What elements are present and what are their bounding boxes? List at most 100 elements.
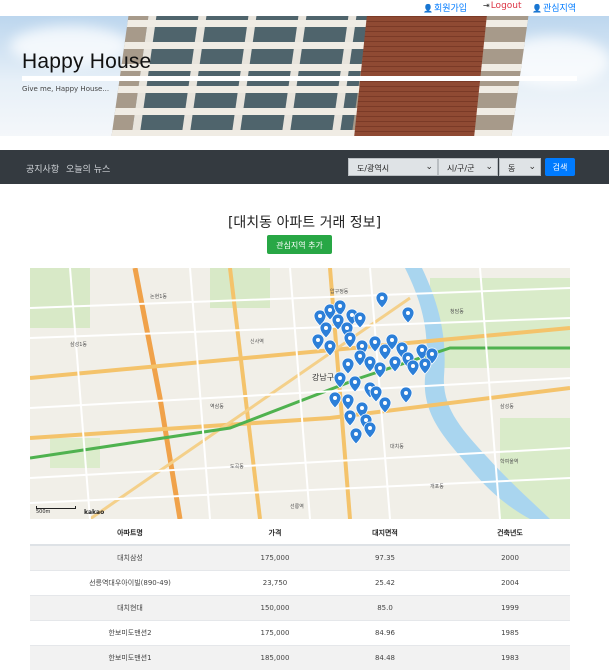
map-marker-dot: [423, 362, 427, 366]
col-land-area: 대지면적: [320, 521, 450, 546]
user-icon: 👤: [423, 4, 433, 13]
map-marker-dot: [383, 348, 387, 352]
nav-link-news[interactable]: 오늘의 뉴스: [66, 162, 110, 175]
apartment-map[interactable]: 논현1동 신사역 삼성1동 청담동 압구정동 역삼동 도곡동 대치동 개포동 선…: [30, 268, 570, 519]
map-label: 도곡동: [230, 464, 244, 470]
cell-land-area: 97.35: [320, 544, 450, 570]
map-marker-dot: [368, 360, 372, 364]
cell-land-area: 85.0: [320, 594, 450, 620]
cell-apt-name: 선릉역대우아이빌(890-49): [30, 569, 230, 595]
map-label: 삼성동: [500, 403, 514, 410]
logout-icon: ⇥: [483, 1, 490, 10]
map-marker-dot: [354, 432, 358, 436]
sido-select[interactable]: 도/광역시 ⌄: [348, 158, 438, 176]
chevron-down-icon: ⌄: [528, 162, 536, 172]
map-marker-dot: [373, 340, 377, 344]
map-label: 신사역: [250, 338, 264, 345]
map-marker-dot: [316, 338, 320, 342]
page-title: [대치동 아파트 거래 정보]: [227, 215, 382, 231]
map-marker-dot: [336, 318, 340, 322]
map-marker-dot: [390, 338, 394, 342]
col-price: 가격: [230, 521, 320, 546]
map-marker-dot: [383, 401, 387, 405]
map-label: 논현1동: [150, 293, 167, 300]
logout-link[interactable]: ⇥Logout: [483, 1, 522, 11]
user-icon: 👤: [532, 4, 542, 13]
cell-build-year: 1985: [450, 619, 570, 645]
map-marker-dot: [360, 344, 364, 348]
map-marker-dot: [318, 314, 322, 318]
add-favorite-button[interactable]: 관심지역 추가: [267, 235, 332, 254]
cell-price: 185,000: [230, 644, 320, 670]
favorite-area-link[interactable]: 👤관심지역: [532, 1, 576, 14]
table-row[interactable]: 선릉역대우아이빌(890-49) 23,750 25.42 2004: [30, 569, 570, 595]
map-marker-dot: [358, 316, 362, 320]
district-label: 강남구: [312, 372, 334, 382]
map-marker-dot: [393, 360, 397, 364]
map-marker-dot: [345, 326, 349, 330]
cell-price: 175,000: [230, 619, 320, 645]
cell-land-area: 84.96: [320, 619, 450, 645]
map-marker-dot: [360, 406, 364, 410]
col-apt-name: 아파트명: [30, 521, 230, 546]
cell-apt-name: 한보미도맨션1: [30, 644, 230, 670]
map-marker-dot: [420, 348, 424, 352]
cell-build-year: 1999: [450, 594, 570, 620]
table-row[interactable]: 대치현대 150,000 85.0 1999: [30, 594, 570, 620]
cell-price: 175,000: [230, 544, 320, 570]
title-underline: [22, 76, 577, 81]
map-marker-dot: [411, 364, 415, 368]
nav-link-notice[interactable]: 공지사항: [26, 162, 59, 175]
table-row[interactable]: 한보미도맨션2 175,000 84.96 1985: [30, 619, 570, 645]
map-marker-dot: [368, 426, 372, 430]
table-header-row: 아파트명 가격 대지면적 건축년도: [30, 521, 570, 546]
cell-price: 150,000: [230, 594, 320, 620]
map-marker-dot: [353, 380, 357, 384]
cell-price: 23,750: [230, 569, 320, 595]
chevron-down-icon: ⌄: [425, 162, 433, 172]
map-marker-dot: [333, 396, 337, 400]
marker-group[interactable]: [311, 291, 439, 445]
map-canvas[interactable]: 논현1동 신사역 삼성1동 청담동 압구정동 역삼동 도곡동 대치동 개포동 선…: [30, 268, 570, 519]
map-marker-dot: [328, 344, 332, 348]
site-tagline: Give me, Happy House...: [22, 85, 110, 93]
chevron-down-icon: ⌄: [485, 162, 493, 172]
site-title: Happy House: [22, 50, 152, 73]
cell-build-year: 1983: [450, 644, 570, 670]
map-marker-dot: [404, 391, 408, 395]
cell-land-area: 25.42: [320, 569, 450, 595]
map-marker-dot: [346, 362, 350, 366]
table-row[interactable]: 한보미도맨션1 185,000 84.48 1983: [30, 644, 570, 670]
map-label: 역삼동: [210, 403, 224, 410]
map-marker-dot: [348, 414, 352, 418]
dong-select[interactable]: 동 ⌄: [499, 158, 541, 176]
map-marker-dot: [406, 311, 410, 315]
cell-build-year: 2004: [450, 569, 570, 595]
map-label: 개포동: [430, 483, 444, 490]
col-build-year: 건축년도: [450, 521, 570, 546]
map-label: 대치동: [390, 443, 404, 450]
map-marker-dot: [380, 296, 384, 300]
map-marker-dot: [358, 354, 362, 358]
signup-link[interactable]: 👤회원가입: [423, 1, 467, 14]
map-label: 청담동: [450, 308, 464, 315]
table-row[interactable]: 대치삼성 175,000 97.35 2000: [30, 544, 570, 570]
map-marker-dot: [338, 376, 342, 380]
hero-banner: Happy House Give me, Happy House...: [0, 16, 609, 136]
map-marker-dot: [364, 418, 368, 422]
cell-apt-name: 대치현대: [30, 594, 230, 620]
map-marker-dot: [378, 366, 382, 370]
main-navbar: 공지사항 오늘의 뉴스 도/광역시 ⌄ 시/구/군 ⌄ 동 ⌄ 검색: [0, 150, 609, 184]
map-marker-dot: [350, 313, 354, 317]
gugun-select[interactable]: 시/구/군 ⌄: [438, 158, 498, 176]
map-marker-dot: [348, 336, 352, 340]
top-utility-bar: 👤회원가입 ⇥Logout 👤관심지역: [0, 0, 609, 16]
map-marker-dot: [400, 346, 404, 350]
apartment-table: 아파트명 가격 대지면적 건축년도 대치삼성 175,000 97.35 200…: [30, 521, 570, 670]
map-marker-dot: [324, 326, 328, 330]
cell-land-area: 84.48: [320, 644, 450, 670]
search-button[interactable]: 검색: [545, 158, 575, 176]
map-scale: 500m: [36, 506, 76, 515]
map-label: 학여울역: [500, 458, 518, 465]
map-marker-dot: [374, 390, 378, 394]
